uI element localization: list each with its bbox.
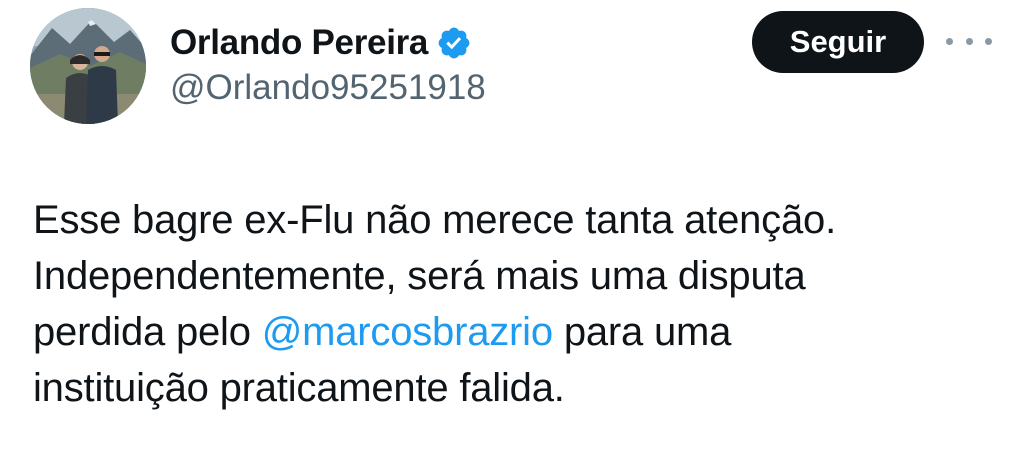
verified-badge-icon [438, 27, 470, 59]
tweet-text-segment: para uma [552, 310, 732, 354]
author-handle[interactable]: @Orlando95251918 [170, 68, 486, 108]
more-options-icon[interactable] [946, 26, 992, 56]
tweet-line: Independentemente, será mais uma disputa [33, 254, 806, 298]
mention-link[interactable]: @marcosbrazrio [262, 310, 553, 354]
tweet-line: instituição praticamente falida. [33, 366, 565, 410]
avatar[interactable] [30, 8, 146, 124]
more-dot [946, 37, 953, 45]
follow-button[interactable]: Seguir [752, 11, 924, 73]
tweet-card: Orlando Pereira @Orlando95251918 Seguir … [0, 0, 1024, 474]
avatar-photo [30, 8, 146, 124]
author-display-name[interactable]: Orlando Pereira [170, 23, 428, 63]
tweet-text: Esse bagre ex-Flu não merece tanta atenç… [33, 192, 993, 416]
author-name-row: Orlando Pereira [170, 20, 472, 66]
more-dot [985, 37, 992, 45]
more-dot [965, 37, 973, 45]
tweet-text-segment: perdida pelo [33, 310, 262, 354]
tweet-line: perdida pelo @marcosbrazrio para uma [33, 304, 993, 360]
tweet-line: Esse bagre ex-Flu não merece tanta atenç… [33, 198, 836, 242]
